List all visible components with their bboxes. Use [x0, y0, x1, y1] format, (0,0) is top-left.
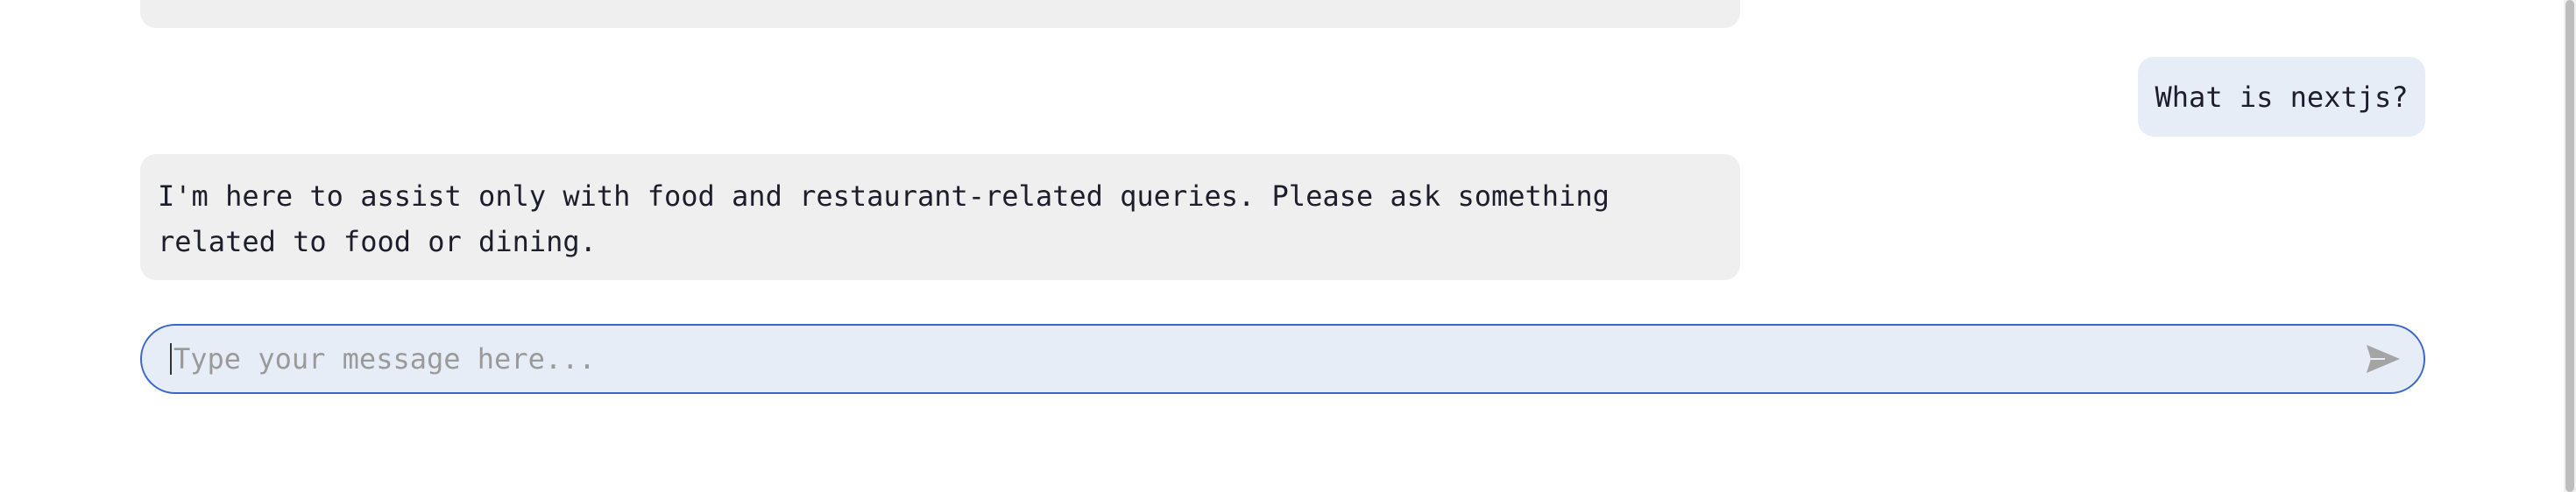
- assistant-message: I'm here to assist only with food and re…: [140, 154, 1740, 280]
- user-message-text: What is nextjs?: [2155, 80, 2409, 114]
- scrollbar-track[interactable]: [2564, 0, 2576, 492]
- send-button[interactable]: [2362, 338, 2404, 380]
- previous-assistant-message: [140, 0, 1740, 28]
- send-icon: [2367, 345, 2400, 373]
- text-caret: [170, 343, 172, 375]
- scrollbar-thumb[interactable]: [2565, 0, 2574, 492]
- message-input-bar[interactable]: [140, 324, 2425, 394]
- user-message: What is nextjs?: [2138, 57, 2425, 137]
- message-input[interactable]: [173, 333, 2362, 385]
- assistant-message-text: I'm here to assist only with food and re…: [158, 179, 1610, 258]
- chat-window: What is nextjs? I'm here to assist only …: [0, 0, 2576, 492]
